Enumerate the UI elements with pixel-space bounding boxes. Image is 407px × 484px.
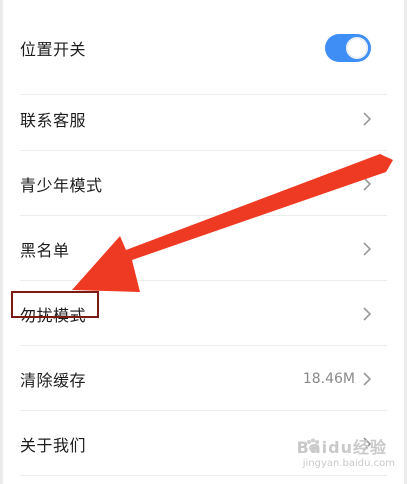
watermark-url: jingyan.baidu.com — [302, 458, 395, 469]
setting-label-about-us: 关于我们 — [20, 435, 87, 455]
setting-row-teen-mode[interactable]: 青少年模式 — [0, 151, 407, 216]
setting-label-clear-cache: 清除缓存 — [20, 370, 87, 390]
setting-label-teen-mode: 青少年模式 — [20, 175, 103, 195]
chevron-right-icon — [363, 176, 372, 191]
toggle-knob — [346, 36, 368, 59]
setting-row-clear-cache[interactable]: 清除缓存 18.46M — [0, 346, 407, 411]
setting-label-customer-service: 联系客服 — [20, 110, 87, 130]
settings-list: 位置开关 联系客服 青少年模式 黑名单 勿扰模式 清除缓存 18.46M 关于我… — [0, 0, 407, 476]
watermark-brand: Baidu经验 — [296, 438, 387, 457]
watermark: Baidu经验 jingyan.baidu.com — [275, 434, 395, 474]
settings-screen: 位置开关 联系客服 青少年模式 黑名单 勿扰模式 清除缓存 18.46M 关于我… — [0, 0, 407, 484]
location-toggle[interactable] — [325, 33, 371, 62]
setting-row-location[interactable]: 位置开关 — [0, 0, 407, 95]
cache-size-value: 18.46M — [302, 370, 355, 387]
chevron-right-icon — [363, 306, 372, 321]
chevron-right-icon — [363, 111, 372, 126]
chevron-right-icon — [363, 371, 372, 386]
setting-row-customer-service[interactable]: 联系客服 — [0, 86, 407, 151]
divider — [20, 475, 387, 476]
setting-row-blacklist[interactable]: 黑名单 — [0, 216, 407, 281]
highlight-box — [11, 291, 99, 318]
setting-label-blacklist: 黑名单 — [20, 240, 70, 260]
chevron-right-icon — [363, 241, 372, 256]
setting-label-location: 位置开关 — [20, 39, 87, 59]
